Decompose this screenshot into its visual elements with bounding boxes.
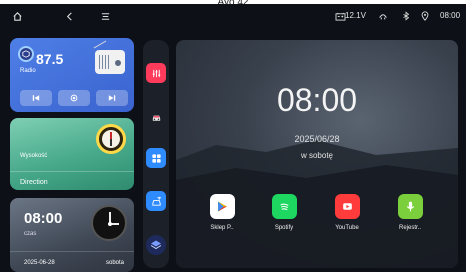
app-label: Rejestr.. xyxy=(398,225,421,231)
microphone-icon xyxy=(397,194,423,219)
clock-widget[interactable]: 08:00 czas 2025-06-28 sobota xyxy=(10,198,134,272)
head-unit-screen: 12.1V 08:00 87.5 Radio Wysokość Directio… xyxy=(0,4,466,272)
car-connect-icon xyxy=(376,9,390,23)
home-wallpaper-panel: 08:00 2025/06/28 w sobotę Sklep P.. Spot… xyxy=(176,40,458,268)
radio-play-button[interactable] xyxy=(58,90,90,106)
skip-previous-icon xyxy=(32,95,40,101)
app-label: Spotify xyxy=(274,225,294,231)
equalizer-icon xyxy=(152,69,160,77)
car-settings-icon xyxy=(151,196,161,206)
app-label: Sklep P.. xyxy=(210,225,234,231)
spotify-icon xyxy=(271,194,297,219)
direction-label: Direction xyxy=(20,179,48,186)
dock-equalizer-button[interactable] xyxy=(146,63,166,83)
side-dock xyxy=(143,40,169,268)
app-play-store[interactable]: Sklep P.. xyxy=(197,194,247,231)
status-time: 08:00 xyxy=(440,11,461,20)
radio-station-icon xyxy=(18,46,34,62)
radio-controls xyxy=(20,90,128,106)
radio-frequency: 87.5 xyxy=(36,51,64,67)
next-station-button[interactable] xyxy=(96,90,128,106)
direction-widget[interactable]: Wysokość Direction xyxy=(10,118,134,190)
bluetooth-icon xyxy=(399,9,413,23)
altitude-label: Wysokość xyxy=(20,153,48,159)
radio-device-icon xyxy=(93,40,125,74)
clock-widget-label: czas xyxy=(24,231,37,237)
skip-next-icon xyxy=(108,95,116,101)
youtube-icon xyxy=(334,194,360,219)
app-recorder[interactable]: Rejestr.. xyxy=(385,194,435,231)
home-clock: 08:00 xyxy=(276,82,358,118)
car-icon xyxy=(152,115,160,121)
app-spotify[interactable]: Spotify xyxy=(259,194,309,231)
radio-widget[interactable]: 87.5 Radio xyxy=(10,38,134,112)
dock-apps-button[interactable] xyxy=(146,148,166,168)
layers-icon xyxy=(150,240,162,250)
status-bar: 12.1V 08:00 xyxy=(0,4,466,28)
app-youtube[interactable]: YouTube xyxy=(322,194,372,231)
location-icon xyxy=(418,9,432,23)
dock-car-settings-button[interactable] xyxy=(146,191,166,211)
divider xyxy=(10,251,134,252)
compass-icon xyxy=(96,124,126,154)
app-label: YouTube xyxy=(335,225,359,231)
menu-icon[interactable] xyxy=(98,9,112,23)
dock-car-button[interactable] xyxy=(146,107,166,127)
voltage-readout: 12.1V xyxy=(345,11,366,20)
apps-grid-icon xyxy=(151,153,161,163)
previous-station-button[interactable] xyxy=(20,90,52,106)
home-icon[interactable] xyxy=(10,9,24,23)
dock-layers-button[interactable] xyxy=(146,235,166,255)
home-date: 2025/06/28 xyxy=(294,134,340,144)
play-store-icon xyxy=(209,194,235,219)
clock-widget-date: 2025-06-28 xyxy=(24,260,55,266)
analog-clock-icon xyxy=(91,205,127,241)
radio-label: Radio xyxy=(20,68,36,74)
clock-widget-time: 08:00 xyxy=(24,210,63,227)
back-icon[interactable] xyxy=(62,9,76,23)
record-icon xyxy=(70,94,78,102)
divider xyxy=(10,171,134,172)
clock-widget-weekday: sobota xyxy=(105,260,124,266)
home-weekday: w sobotę xyxy=(300,151,334,160)
